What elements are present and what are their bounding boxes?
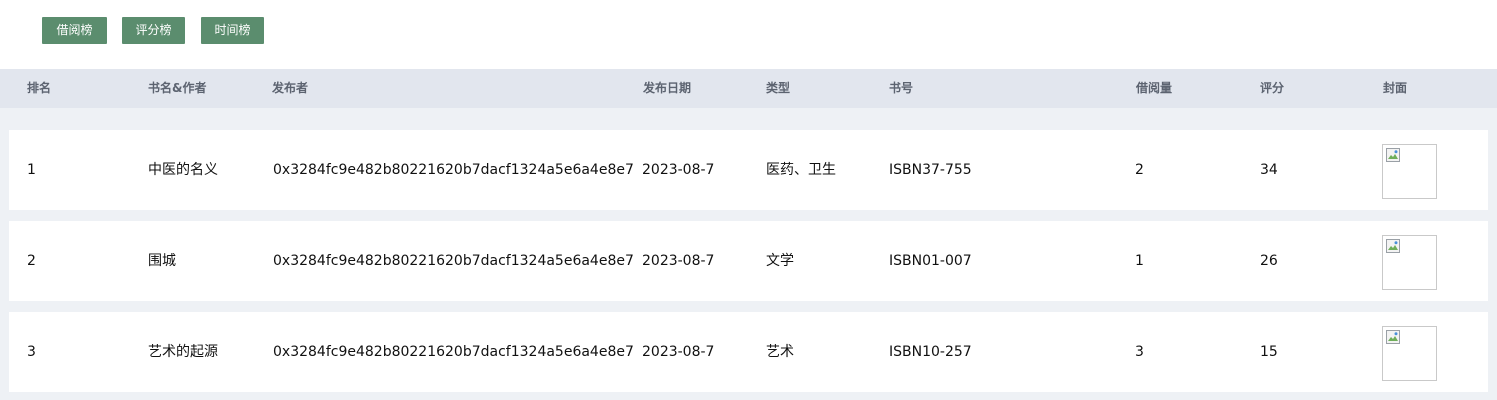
title-cell: 围城 xyxy=(148,253,176,269)
date-cell: 2023-08-7 xyxy=(642,162,715,178)
borrows-cell: 2 xyxy=(1135,162,1144,178)
cover-image[interactable] xyxy=(1382,326,1437,381)
score-cell: 26 xyxy=(1260,253,1278,269)
cover-image[interactable] xyxy=(1382,144,1437,199)
broken-image-icon xyxy=(1386,148,1400,162)
header-date: 发布日期 xyxy=(643,81,692,95)
score-cell: 34 xyxy=(1260,162,1278,178)
ranking-tab-bar: 借阅榜 评分榜 时间榜 xyxy=(0,0,1497,69)
isbn-cell: ISBN01-007 xyxy=(889,253,972,269)
header-borrows: 借阅量 xyxy=(1136,81,1173,95)
tab-borrow-ranking[interactable]: 借阅榜 xyxy=(42,17,107,44)
type-cell: 医药、卫生 xyxy=(766,162,836,178)
date-cell: 2023-08-7 xyxy=(642,344,715,360)
tab-score-ranking[interactable]: 评分榜 xyxy=(122,17,185,44)
broken-image-icon xyxy=(1386,330,1400,344)
publisher-cell: 0x3284fc9e482b80221620b7dacf1324a5e6a4e8… xyxy=(273,162,634,178)
header-rank: 排名 xyxy=(27,81,52,95)
rank-cell: 1 xyxy=(27,162,36,178)
title-cell: 艺术的起源 xyxy=(148,344,218,360)
header-type: 类型 xyxy=(766,81,791,95)
isbn-cell: ISBN37-755 xyxy=(889,162,972,178)
header-publisher: 发布者 xyxy=(272,81,309,95)
header-cover: 封面 xyxy=(1383,81,1408,95)
publisher-cell: 0x3284fc9e482b80221620b7dacf1324a5e6a4e8… xyxy=(273,253,634,269)
table-header: 排名 书名&作者 发布者 发布日期 类型 书号 借阅量 评分 封面 xyxy=(0,69,1497,108)
tab-time-ranking[interactable]: 时间榜 xyxy=(201,17,264,44)
isbn-cell: ISBN10-257 xyxy=(889,344,972,360)
rank-cell: 2 xyxy=(27,253,36,269)
borrows-cell: 1 xyxy=(1135,253,1144,269)
cover-image[interactable] xyxy=(1382,235,1437,290)
publisher-cell: 0x3284fc9e482b80221620b7dacf1324a5e6a4e8… xyxy=(273,344,634,360)
borrows-cell: 3 xyxy=(1135,344,1144,360)
header-title-author: 书名&作者 xyxy=(148,81,207,95)
header-score: 评分 xyxy=(1260,81,1285,95)
broken-image-icon xyxy=(1386,239,1400,253)
header-isbn: 书号 xyxy=(889,81,914,95)
date-cell: 2023-08-7 xyxy=(642,253,715,269)
type-cell: 艺术 xyxy=(766,344,794,360)
table-row[interactable]: 3 艺术的起源 0x3284fc9e482b80221620b7dacf1324… xyxy=(9,312,1488,392)
type-cell: 文学 xyxy=(766,253,794,269)
rank-cell: 3 xyxy=(27,344,36,360)
score-cell: 15 xyxy=(1260,344,1278,360)
table-row[interactable]: 2 围城 0x3284fc9e482b80221620b7dacf1324a5e… xyxy=(9,221,1488,301)
table-row[interactable]: 1 中医的名义 0x3284fc9e482b80221620b7dacf1324… xyxy=(9,130,1488,210)
title-cell: 中医的名义 xyxy=(148,162,218,178)
